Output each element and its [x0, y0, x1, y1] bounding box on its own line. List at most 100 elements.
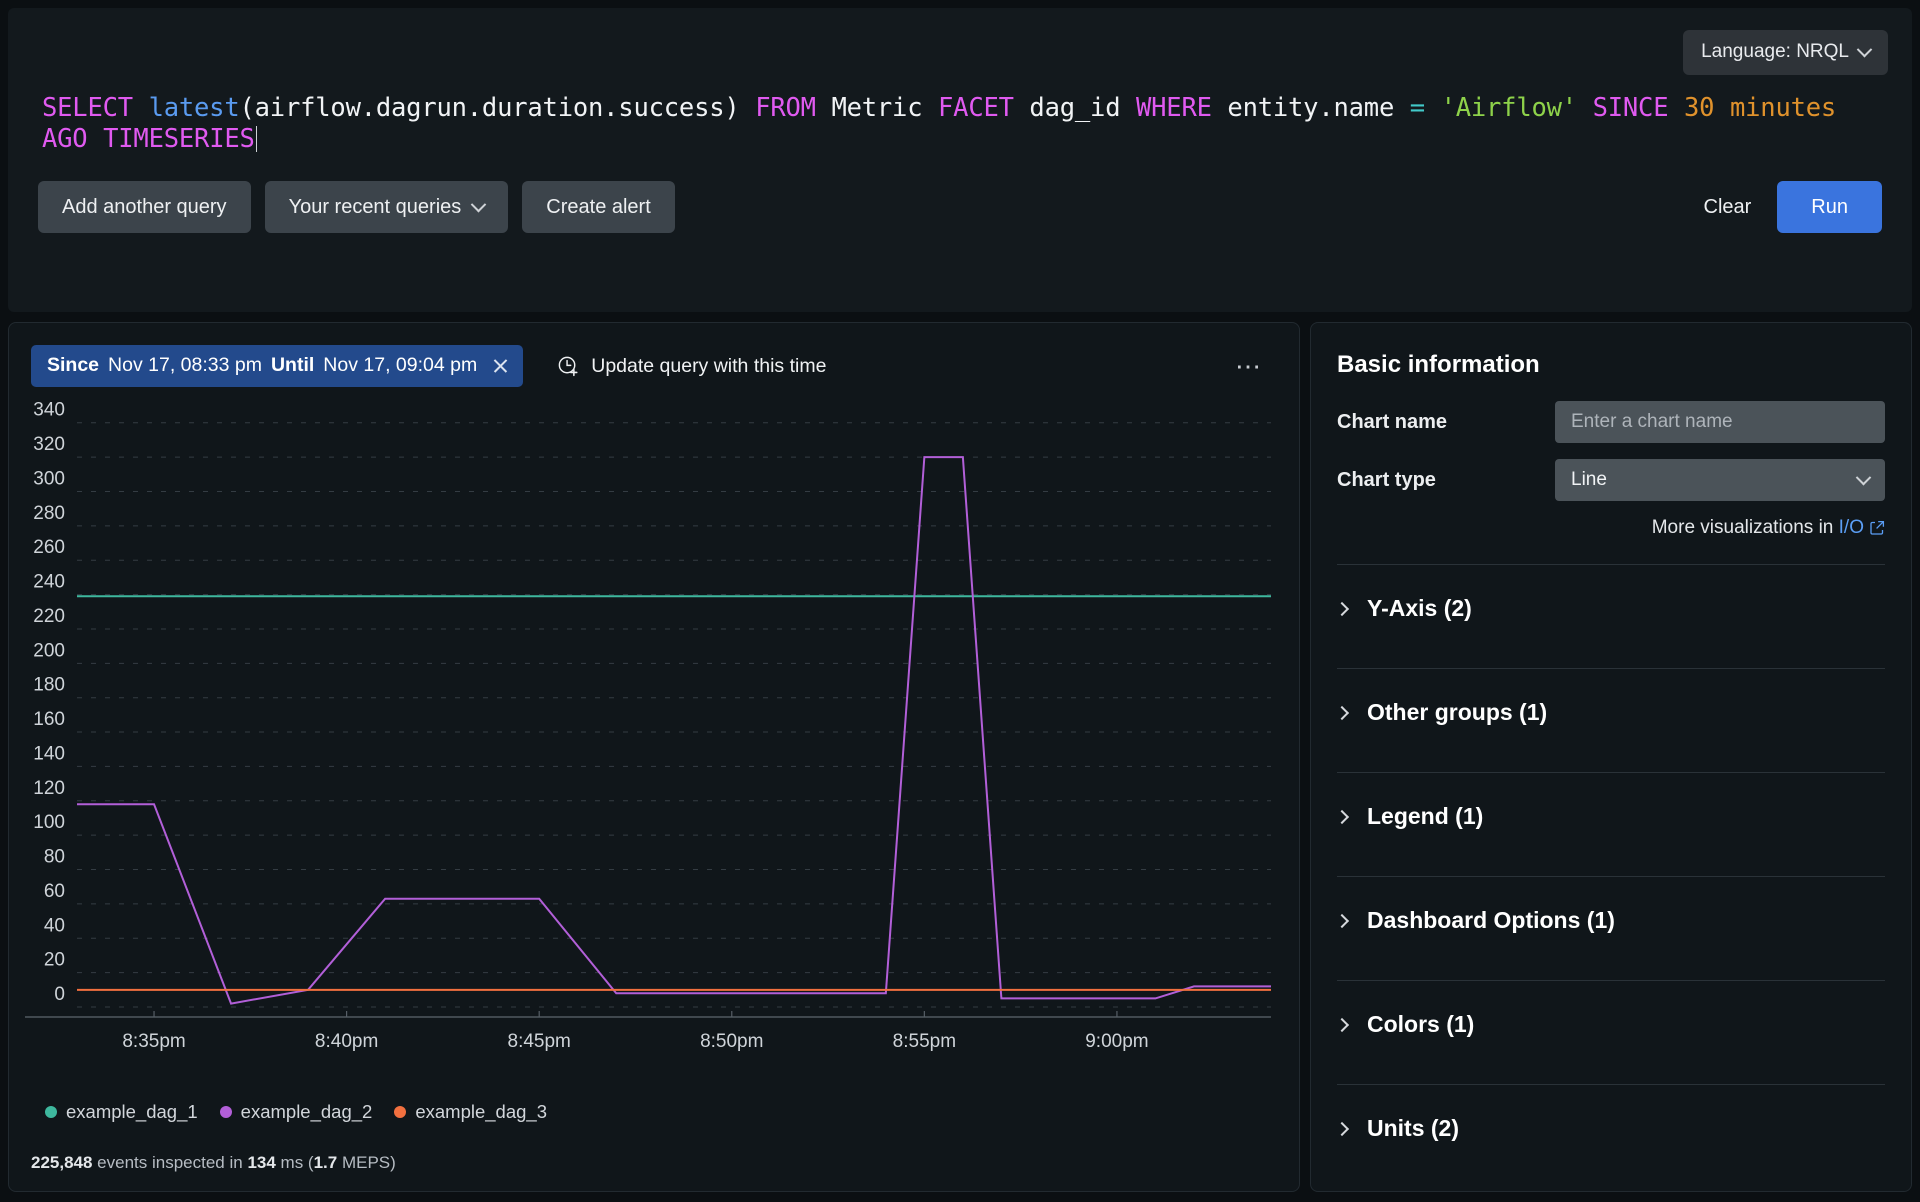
y-axis-tick-label: 140	[33, 743, 65, 764]
query-stats: 225,848 events inspected in 134 ms (1.7 …	[31, 1153, 396, 1173]
accordion-dashboard-options-1[interactable]: Dashboard Options (1)	[1337, 876, 1885, 980]
nrql-token-3: (airflow.dagrun.duration.success)	[240, 93, 740, 123]
y-axis-tick-label: 220	[33, 606, 65, 627]
close-icon[interactable]	[492, 357, 509, 374]
nrql-token-12	[1425, 93, 1441, 123]
language-selector-label: Language: NRQL	[1701, 41, 1849, 63]
legend-color-dot	[394, 1106, 406, 1118]
create-alert-button[interactable]: Create alert	[522, 181, 675, 233]
until-label: Until	[271, 354, 314, 377]
plot-wrapper: 0204060801001201401601802002202402602803…	[9, 397, 1299, 1102]
chart-name-input[interactable]	[1555, 401, 1885, 443]
accordion-label: Units (2)	[1367, 1115, 1459, 1142]
y-axis-tick-label: 340	[33, 400, 65, 421]
legend-item[interactable]: example_dag_3	[394, 1101, 547, 1123]
nrql-query-text[interactable]: SELECT latest(airflow.dagrun.duration.su…	[8, 75, 1912, 155]
accordion-legend-1[interactable]: Legend (1)	[1337, 772, 1885, 876]
recent-queries-label: Your recent queries	[289, 196, 462, 219]
accordion-label: Colors (1)	[1367, 1011, 1474, 1038]
nrql-token-22	[87, 124, 103, 154]
io-link[interactable]: I/O	[1839, 517, 1864, 538]
chevron-right-icon	[1335, 705, 1349, 719]
query-builder-page: Language: NRQL SELECT latest(airflow.dag…	[0, 0, 1920, 1202]
x-axis-tick-label: 8:45pm	[508, 1031, 571, 1052]
nrql-token-9: WHERE	[1136, 93, 1212, 123]
recent-queries-button[interactable]: Your recent queries	[265, 181, 509, 233]
accordion-label: Y-Axis (2)	[1367, 595, 1472, 622]
ellipsis-icon[interactable]: ⋯	[1235, 360, 1263, 372]
language-selector[interactable]: Language: NRQL	[1683, 30, 1888, 75]
nrql-token-4	[740, 93, 756, 123]
nrql-token-5: FROM	[755, 93, 816, 123]
query-actions-row: Add another query Your recent queries Cr…	[8, 155, 1912, 233]
y-axis-tick-label: 120	[33, 778, 65, 799]
update-query-with-time-button[interactable]: Update query with this time	[557, 355, 826, 378]
accordion-label: Other groups (1)	[1367, 699, 1547, 726]
nrql-token-16	[1668, 93, 1684, 123]
accordion-y-axis-2[interactable]: Y-Axis (2)	[1337, 564, 1885, 668]
series-line-example_dag_2[interactable]	[77, 457, 1271, 1003]
nrql-token-18	[1714, 93, 1730, 123]
chart-panel: Since Nov 17, 08:33 pm Until Nov 17, 09:…	[8, 322, 1300, 1192]
x-axis-tick-label: 8:55pm	[893, 1031, 956, 1052]
x-axis-tick-label: 9:00pm	[1085, 1031, 1148, 1052]
y-axis-tick-label: 180	[33, 675, 65, 696]
accordion-colors-1[interactable]: Colors (1)	[1337, 980, 1885, 1084]
events-count: 225,848	[31, 1153, 92, 1172]
since-value: Nov 17, 08:33 pm	[108, 354, 262, 377]
y-axis-tick-label: 280	[33, 503, 65, 524]
events-text: events inspected in	[92, 1153, 247, 1172]
more-viz-prefix: More visualizations in	[1652, 517, 1839, 538]
chart-type-label: Chart type	[1337, 469, 1555, 492]
y-axis-tick-label: 40	[44, 915, 65, 936]
chevron-right-icon	[1335, 809, 1349, 823]
legend-item[interactable]: example_dag_1	[45, 1101, 198, 1123]
timeseries-chart[interactable]: 0204060801001201401601802002202402602803…	[9, 397, 1299, 1097]
chevron-down-icon	[1857, 41, 1873, 57]
run-label: Run	[1811, 196, 1848, 218]
create-alert-label: Create alert	[546, 196, 651, 219]
time-range-badge[interactable]: Since Nov 17, 08:33 pm Until Nov 17, 09:…	[31, 345, 523, 387]
clock-plus-icon	[557, 355, 580, 378]
text-caret	[256, 126, 258, 152]
meps-value: 1.7	[314, 1153, 338, 1172]
results-area: Since Nov 17, 08:33 pm Until Nov 17, 09:…	[8, 322, 1912, 1192]
until-value: Nov 17, 09:04 pm	[323, 354, 477, 377]
chevron-down-icon	[1856, 469, 1872, 485]
y-axis-tick-label: 300	[33, 468, 65, 489]
chevron-down-icon	[471, 196, 487, 212]
add-another-query-button[interactable]: Add another query	[38, 181, 251, 233]
y-axis-tick-label: 20	[44, 950, 65, 971]
legend-label: example_dag_3	[415, 1101, 547, 1123]
nrql-token-1	[133, 93, 149, 123]
nrql-token-14	[1577, 93, 1593, 123]
nrql-token-10: entity.name	[1212, 93, 1410, 123]
legend-label: example_dag_1	[66, 1101, 198, 1123]
chart-toolbar: Since Nov 17, 08:33 pm Until Nov 17, 09:…	[9, 323, 1299, 387]
sidebar-title: Basic information	[1337, 351, 1885, 379]
y-axis-tick-label: 60	[44, 881, 65, 902]
chevron-right-icon	[1335, 1017, 1349, 1031]
chart-type-select[interactable]: Line	[1555, 459, 1885, 501]
query-editor-panel: Language: NRQL SELECT latest(airflow.dag…	[8, 8, 1912, 312]
y-axis-tick-label: 100	[33, 812, 65, 833]
update-query-label: Update query with this time	[591, 355, 826, 378]
accordion-other-groups-1[interactable]: Other groups (1)	[1337, 668, 1885, 772]
nrql-token-7: FACET	[938, 93, 1014, 123]
add-another-query-label: Add another query	[62, 196, 227, 219]
legend-color-dot	[220, 1106, 232, 1118]
x-axis-tick-label: 8:50pm	[700, 1031, 763, 1052]
chart-legend: example_dag_1 example_dag_2 example_dag_3	[45, 1101, 547, 1123]
accordion-units-2[interactable]: Units (2)	[1337, 1084, 1885, 1188]
nrql-token-6: Metric	[816, 93, 938, 123]
chart-type-value: Line	[1571, 469, 1607, 491]
nrql-token-13: 'Airflow'	[1441, 93, 1577, 123]
y-axis-tick-label: 200	[33, 640, 65, 661]
legend-label: example_dag_2	[241, 1101, 373, 1123]
run-button[interactable]: Run	[1777, 181, 1882, 233]
legend-item[interactable]: example_dag_2	[220, 1101, 373, 1123]
chevron-right-icon	[1335, 913, 1349, 927]
nrql-token-2: latest	[149, 93, 240, 123]
chevron-right-icon	[1335, 1121, 1349, 1135]
clear-button[interactable]: Clear	[1678, 181, 1778, 233]
